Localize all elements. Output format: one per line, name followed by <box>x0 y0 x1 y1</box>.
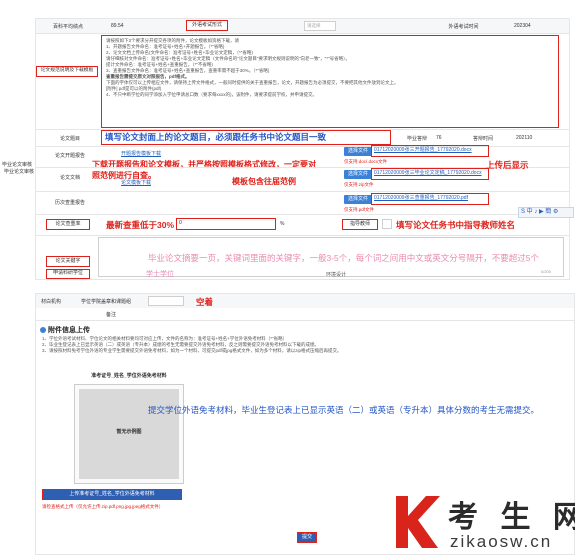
similarity-annotation: 最新查重低于30% <box>106 220 175 230</box>
remark-label: 备注 <box>105 312 116 318</box>
similarity-input[interactable]: 0 <box>176 218 276 230</box>
card-placeholder-text: 暂无示例图 <box>116 429 142 435</box>
watermark-url: zikaosw.cn <box>450 532 553 551</box>
keywords-counter: 0/200 <box>541 269 552 274</box>
divider <box>36 235 569 236</box>
score-value: 89.54 <box>111 23 124 29</box>
foreign-method-label: 外语考试形式 <box>186 20 228 31</box>
report-file-name[interactable]: 01712020009张三开题报告_17792020.docx <box>371 145 489 157</box>
report-file-hint: 仅支持.doc/.docx文件 <box>344 159 388 164</box>
institution-label: 材白机构 <box>40 299 61 305</box>
divider <box>36 146 569 147</box>
upload-waiver-button[interactable]: 上传准考证号_姓名_学位外语免考材料 <box>42 489 182 500</box>
divider <box>36 320 574 321</box>
doc-label: 论文文档 <box>59 175 80 181</box>
keywords-label: 论文关键字 <box>46 256 90 267</box>
info-icon <box>40 327 46 334</box>
k-logo-icon <box>396 496 440 548</box>
degree-label: 申请科研学位 <box>46 269 90 279</box>
institution-input[interactable] <box>148 296 184 306</box>
choose-file-button-doc[interactable]: 选择文件 <box>344 170 373 179</box>
upload-display-annotation: 上传后显示 <box>486 160 529 170</box>
template-section-label: 论文规范说明及下载模板 <box>36 66 98 77</box>
defense-score-label: 毕业答辩 <box>406 136 427 142</box>
watermark-logo: 考 生 网 zikaosw.cn <box>392 490 575 556</box>
divider <box>36 191 569 192</box>
advisor-input[interactable] <box>382 219 392 229</box>
similarity-unit: % <box>280 221 285 227</box>
report-label: 论文开题报告 <box>54 153 85 159</box>
doc-file-hint: 仅支持.zip文件 <box>344 182 374 187</box>
doc-file-name[interactable]: 01712020009张三毕业论文定稿_17792020.docx <box>371 168 489 180</box>
card-frame: 暂无示例图 <box>74 384 184 484</box>
report-template-download-link[interactable]: 开题报告模板下载 <box>121 150 161 157</box>
defense-score-value: 76 <box>436 135 442 141</box>
ime-toolbar[interactable]: S 中 ♪ ▶ 簡 ⚙ <box>518 207 574 218</box>
choose-file-button-check[interactable]: 选择文件 <box>344 195 373 204</box>
advisor-annotation: 填写论文任务书中指导教师姓名 <box>396 220 516 230</box>
attach-rules: 1、学位外语考试材料、学位论文的相关材料要均可对应上传，文件的名称为：准考证号+… <box>42 336 567 354</box>
foreign-time-label: 外语考试时间 <box>448 24 479 30</box>
watermark-cn: 考 生 网 <box>448 500 575 535</box>
choose-file-button-report[interactable]: 选择文件 <box>344 147 373 156</box>
institution-text: 学位学院盖章和课题组 <box>80 299 131 305</box>
defense-time-value: 202110 <box>516 135 533 141</box>
thesis-title-label: 论文题目 <box>59 136 80 142</box>
sidebar-thesis-review[interactable]: 毕业论文审核 <box>2 162 32 169</box>
check-file-name[interactable]: 01712020009张三查重报告_17792020.pdf <box>371 193 489 205</box>
check-file-hint: 仅支持.pdf文件 <box>344 207 375 212</box>
template-sample-annotation: 模板包含往届范例 <box>232 177 296 186</box>
score-label: 百科平均绩点 <box>52 24 83 30</box>
waiver-annotation: 提交学位外语免考材料，毕业生登记表上已显示英语（二）或英语（专升本）具体分数的考… <box>148 405 540 415</box>
keywords-annotation: 毕业论文摘要一页，关键词里面的关键字，一般3-5个，每个词之间用中文或英文分号隔… <box>148 253 540 263</box>
thesis-title-input[interactable]: 填写论文封面上的论文题目，必须跟任务书中论文题目一致 <box>101 130 391 145</box>
divider <box>36 214 569 215</box>
thesis-review-panel: 百科平均绩点 89.54 外语考试形式 请选择 外语考试时间 202304 论文… <box>4 18 570 280</box>
upload-format-note: 请检查格式上传（仅允许上传.zip.pdf.png.jpg.jpeg格式文件） <box>42 504 164 509</box>
foreign-method-select[interactable]: 请选择 <box>304 21 336 31</box>
history-label: 历次查重报告 <box>54 200 85 206</box>
similarity-label: 论文查重率 <box>46 219 90 230</box>
attach-title: 附件信息上传 <box>40 325 90 335</box>
submit-button[interactable]: 提交 <box>297 532 317 543</box>
defense-time-label: 答辩时间 <box>472 136 493 142</box>
institution-annotation: 空着 <box>196 297 214 307</box>
attach-title-text: 附件信息上传 <box>48 327 90 334</box>
advisor-label: 指导教师 <box>342 219 378 230</box>
thesis-review-sidebar-label: 毕业论文审核 <box>4 169 35 175</box>
degree-value: 学士学位 <box>146 271 174 278</box>
attach-rule-line: 3、请按照材料免考学位外语的专业学生需要提交外语免考材料，如为一个材料，可提交p… <box>42 348 342 353</box>
instruction-line: 4、不只中断学位的同学添加入学位申请总口数（要求每xxxx的)，该附件，请要求提… <box>106 92 317 97</box>
instructions-box: 请按照如下3个要求分开提交各项的附件，论文模板如资格下载，请 1、开题报告文件命… <box>101 35 559 128</box>
card-title: 准考证号_姓名_学位外语免考材料 <box>91 373 167 379</box>
divider <box>36 33 569 34</box>
foreign-time-value: 202304 <box>514 23 531 29</box>
degree-extra: 环境设计 <box>326 272 347 278</box>
